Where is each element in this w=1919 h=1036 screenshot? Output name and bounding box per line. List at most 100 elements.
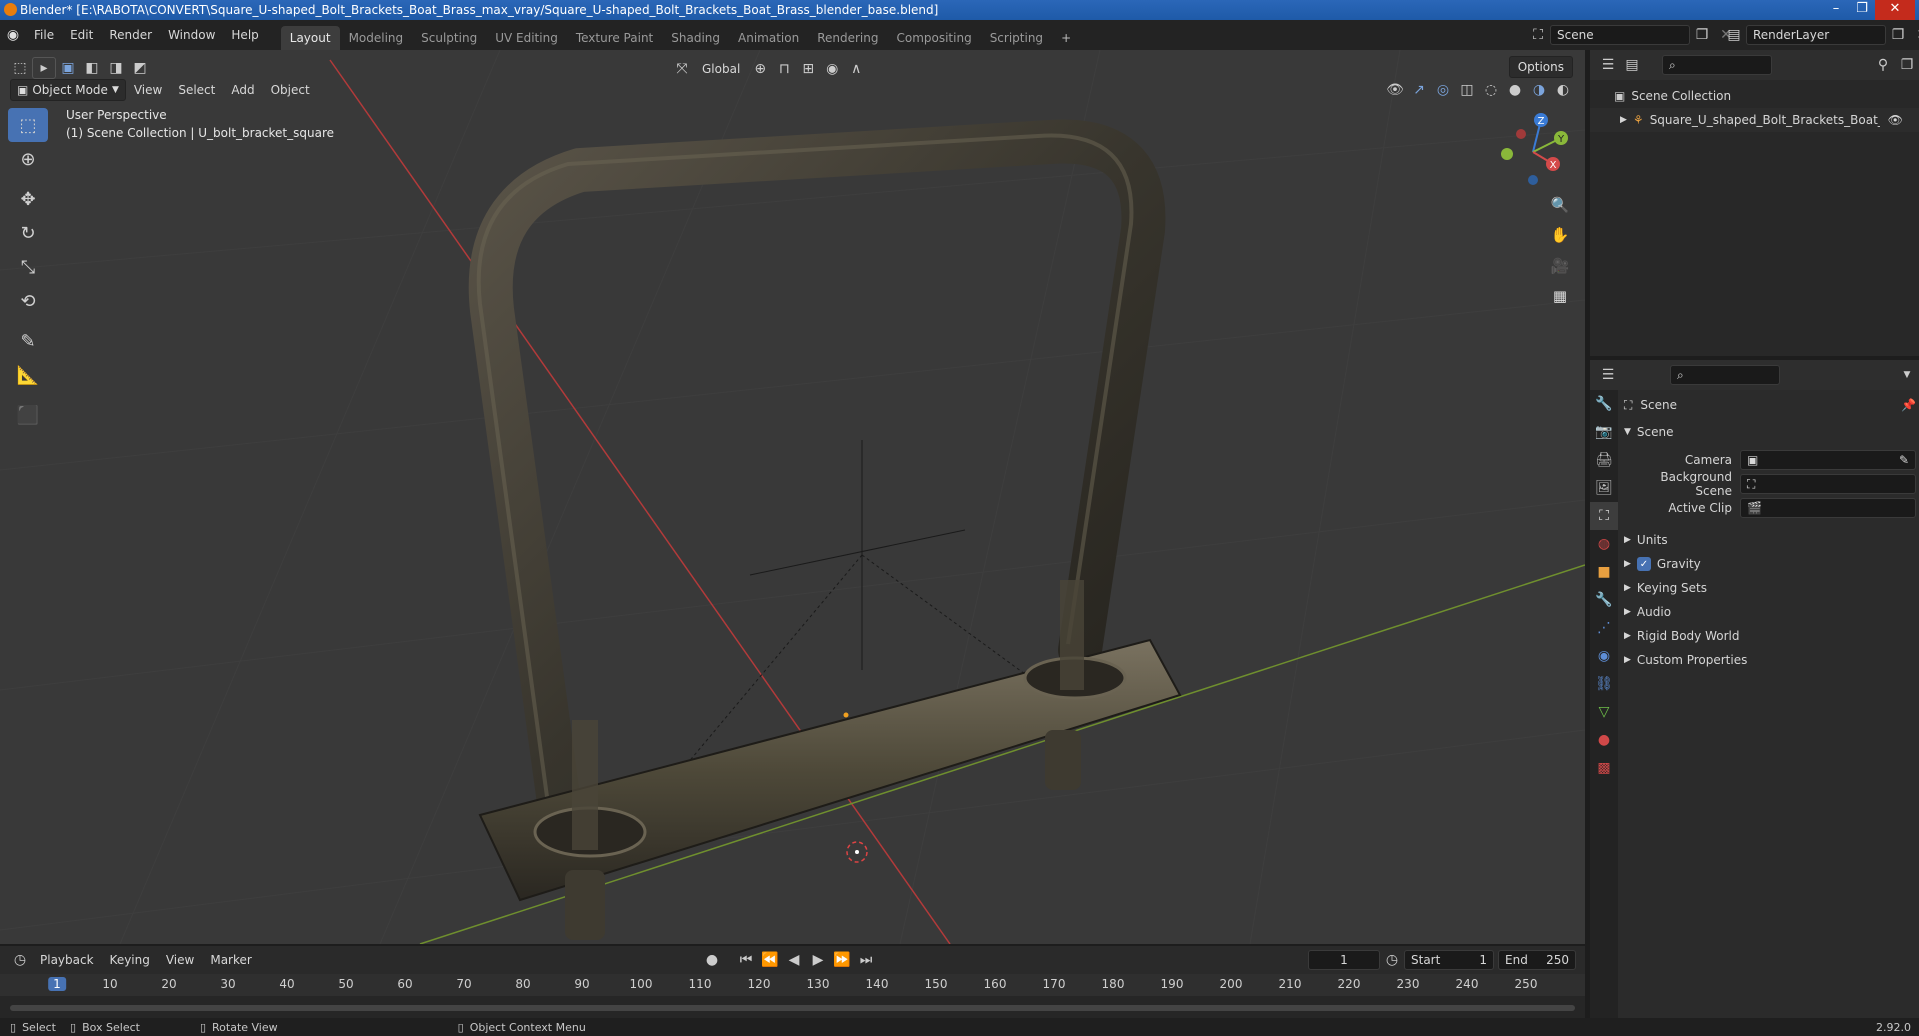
solid-shading-icon[interactable]: ● [1503, 79, 1527, 101]
view-layer-tab-icon[interactable]: 🖼 [1590, 474, 1618, 502]
snap-target-icon[interactable]: ⊞ [796, 58, 820, 80]
expand-icon[interactable]: ▶ [1620, 115, 1627, 125]
material-tab-icon[interactable]: ● [1590, 726, 1618, 754]
menu-add[interactable]: Add [223, 83, 262, 97]
orientation-icon[interactable]: ⤧ [670, 58, 694, 80]
properties-editor-icon[interactable]: ☰ [1596, 364, 1620, 386]
scene-icon[interactable]: ⛶ [1526, 24, 1550, 46]
constraints-tab-icon[interactable]: ⛓ [1590, 670, 1618, 698]
object-mode-dropdown[interactable]: ▣ Object Mode ▼ [10, 79, 126, 101]
start-frame-field[interactable]: Start 1 [1404, 950, 1494, 970]
proportional-icon[interactable]: ◉ [820, 58, 844, 80]
select-mode-icon[interactable]: ▸ [32, 57, 56, 79]
filter-icon[interactable]: ⚲ [1871, 54, 1895, 76]
overlay-icon[interactable]: ◎ [1431, 79, 1455, 101]
menu-playback[interactable]: Playback [32, 953, 102, 967]
menu-edit[interactable]: Edit [62, 28, 101, 42]
tab-modeling[interactable]: Modeling [340, 26, 413, 50]
chevron-down-icon[interactable]: ▼ [1895, 364, 1919, 386]
add-cube-tool[interactable]: ⬛ [8, 398, 48, 432]
pan-hand-icon[interactable]: ✋ [1547, 222, 1573, 248]
tab-compositing[interactable]: Compositing [887, 26, 980, 50]
next-keyframe-icon[interactable]: ⏩ [830, 949, 854, 971]
outliner-search-input[interactable]: ⌕ [1662, 55, 1772, 75]
outliner-item[interactable]: ▶ ⚘ Square_U_shaped_Bolt_Brackets_Boat_B… [1590, 108, 1919, 132]
output-tab-icon[interactable]: 🖨 [1590, 446, 1618, 474]
cursor-tool[interactable]: ⊕ [8, 142, 48, 176]
scene-selector[interactable]: Scene [1550, 25, 1690, 45]
new-scene-icon[interactable]: ❐ [1690, 24, 1714, 46]
timeline-track[interactable] [0, 996, 1585, 1020]
rendered-shading-icon[interactable]: ◐ [1551, 79, 1575, 101]
physics-tab-icon[interactable]: ◉ [1590, 642, 1618, 670]
pivot-icon[interactable]: ⊕ [748, 58, 772, 80]
eyedropper-icon[interactable]: ✎ [1899, 451, 1909, 469]
menu-render[interactable]: Render [101, 28, 160, 42]
tab-rendering[interactable]: Rendering [808, 26, 887, 50]
scene-tab-icon[interactable]: ⛶ [1590, 502, 1618, 530]
scene-section-header[interactable]: ▼ Scene [1624, 420, 1916, 444]
current-frame-field[interactable]: 1 [1308, 950, 1380, 970]
measure-tool[interactable]: 📐 [8, 358, 48, 392]
modifier-tab-icon[interactable]: 🔧 [1590, 586, 1618, 614]
tab-sculpting[interactable]: Sculpting [412, 26, 486, 50]
pin-icon[interactable]: 📌 [1901, 398, 1916, 412]
world-tab-icon[interactable]: ◍ [1590, 530, 1618, 558]
minimize-button[interactable]: – [1823, 0, 1849, 20]
timeline-ruler[interactable]: 1 10 20 30 40 50 60 70 80 90 100 110 120 130 140 150 160… [0, 974, 1585, 996]
new-layer-icon[interactable]: ❐ [1886, 24, 1910, 46]
menu-select[interactable]: Select [170, 83, 223, 97]
jump-start-icon[interactable]: ⏮ [734, 949, 758, 971]
tab-shading[interactable]: Shading [662, 26, 729, 50]
menu-view[interactable]: View [126, 83, 170, 97]
outliner-editor-icon[interactable]: ☰ [1596, 54, 1620, 76]
wireframe-shading-icon[interactable]: ◌ [1479, 79, 1503, 101]
transform-orientation[interactable]: Global [694, 62, 748, 76]
panel-audio[interactable]: ▶ Audio [1624, 600, 1916, 624]
panel-units[interactable]: ▶ Units [1624, 528, 1916, 552]
menu-timeline-view[interactable]: View [158, 953, 202, 967]
add-workspace-icon[interactable]: + [1052, 26, 1080, 50]
background-scene-field[interactable]: ⛶ [1740, 474, 1916, 494]
tab-uv-editing[interactable]: UV Editing [486, 26, 567, 50]
scale-tool[interactable]: ⤡ [8, 250, 48, 284]
maximize-button[interactable]: ❐ [1849, 0, 1875, 20]
menu-window[interactable]: Window [160, 28, 223, 42]
active-clip-field[interactable]: 🎬 [1740, 498, 1916, 518]
properties-search-input[interactable]: ⌕ [1670, 365, 1780, 385]
transform-tool[interactable]: ⟲ [8, 284, 48, 318]
3d-viewport[interactable]: ⬚ ▸ ▣ ◧ ◨ ◩ ⤧ Global ⊕ ⊓ ⊞ ◉ ∧ Options ▣… [0, 50, 1585, 944]
camera-view-icon[interactable]: 🎥 [1547, 253, 1573, 279]
tab-animation[interactable]: Animation [729, 26, 808, 50]
panel-custom-properties[interactable]: ▶ Custom Properties [1624, 648, 1916, 672]
timeline-scrollbar[interactable] [10, 1005, 1575, 1011]
gravity-checkbox[interactable]: ✓ [1636, 557, 1651, 571]
outliner-root[interactable]: ▣ Scene Collection [1590, 84, 1919, 108]
render-layer-icon[interactable]: ▤ [1722, 24, 1746, 46]
play-reverse-icon[interactable]: ◀ [782, 949, 806, 971]
move-tool[interactable]: ✥ [8, 182, 48, 216]
play-icon[interactable]: ▶ [806, 949, 830, 971]
menu-file[interactable]: File [26, 28, 62, 42]
camera-field[interactable]: ▣ ✎ [1740, 450, 1916, 470]
select-box-tool[interactable]: ⬚ [8, 108, 48, 142]
delete-layer-icon[interactable]: ✕ [1910, 24, 1919, 46]
particles-tab-icon[interactable]: ⋰ [1590, 614, 1618, 642]
select-subtract-icon[interactable]: ◨ [104, 57, 128, 79]
select-extend-icon[interactable]: ◧ [80, 57, 104, 79]
tool-tab-icon[interactable]: 🔧 [1590, 390, 1618, 418]
options-button[interactable]: Options [1508, 56, 1573, 78]
menu-help[interactable]: Help [223, 28, 266, 42]
tab-layout[interactable]: Layout [280, 26, 340, 50]
rotate-tool[interactable]: ↻ [8, 216, 48, 250]
gizmo-icon[interactable]: ↗ [1407, 79, 1431, 101]
material-shading-icon[interactable]: ◑ [1527, 79, 1551, 101]
panel-rigid-body-world[interactable]: ▶ Rigid Body World [1624, 624, 1916, 648]
menu-keying[interactable]: Keying [102, 953, 158, 967]
tab-texture-paint[interactable]: Texture Paint [567, 26, 662, 50]
end-frame-field[interactable]: End 250 [1498, 950, 1576, 970]
texture-tab-icon[interactable]: ▩ [1590, 754, 1618, 782]
editor-type-icon[interactable]: ⬚ [8, 57, 32, 79]
snap-icon[interactable]: ⊓ [772, 58, 796, 80]
render-tab-icon[interactable]: 📷 [1590, 418, 1618, 446]
